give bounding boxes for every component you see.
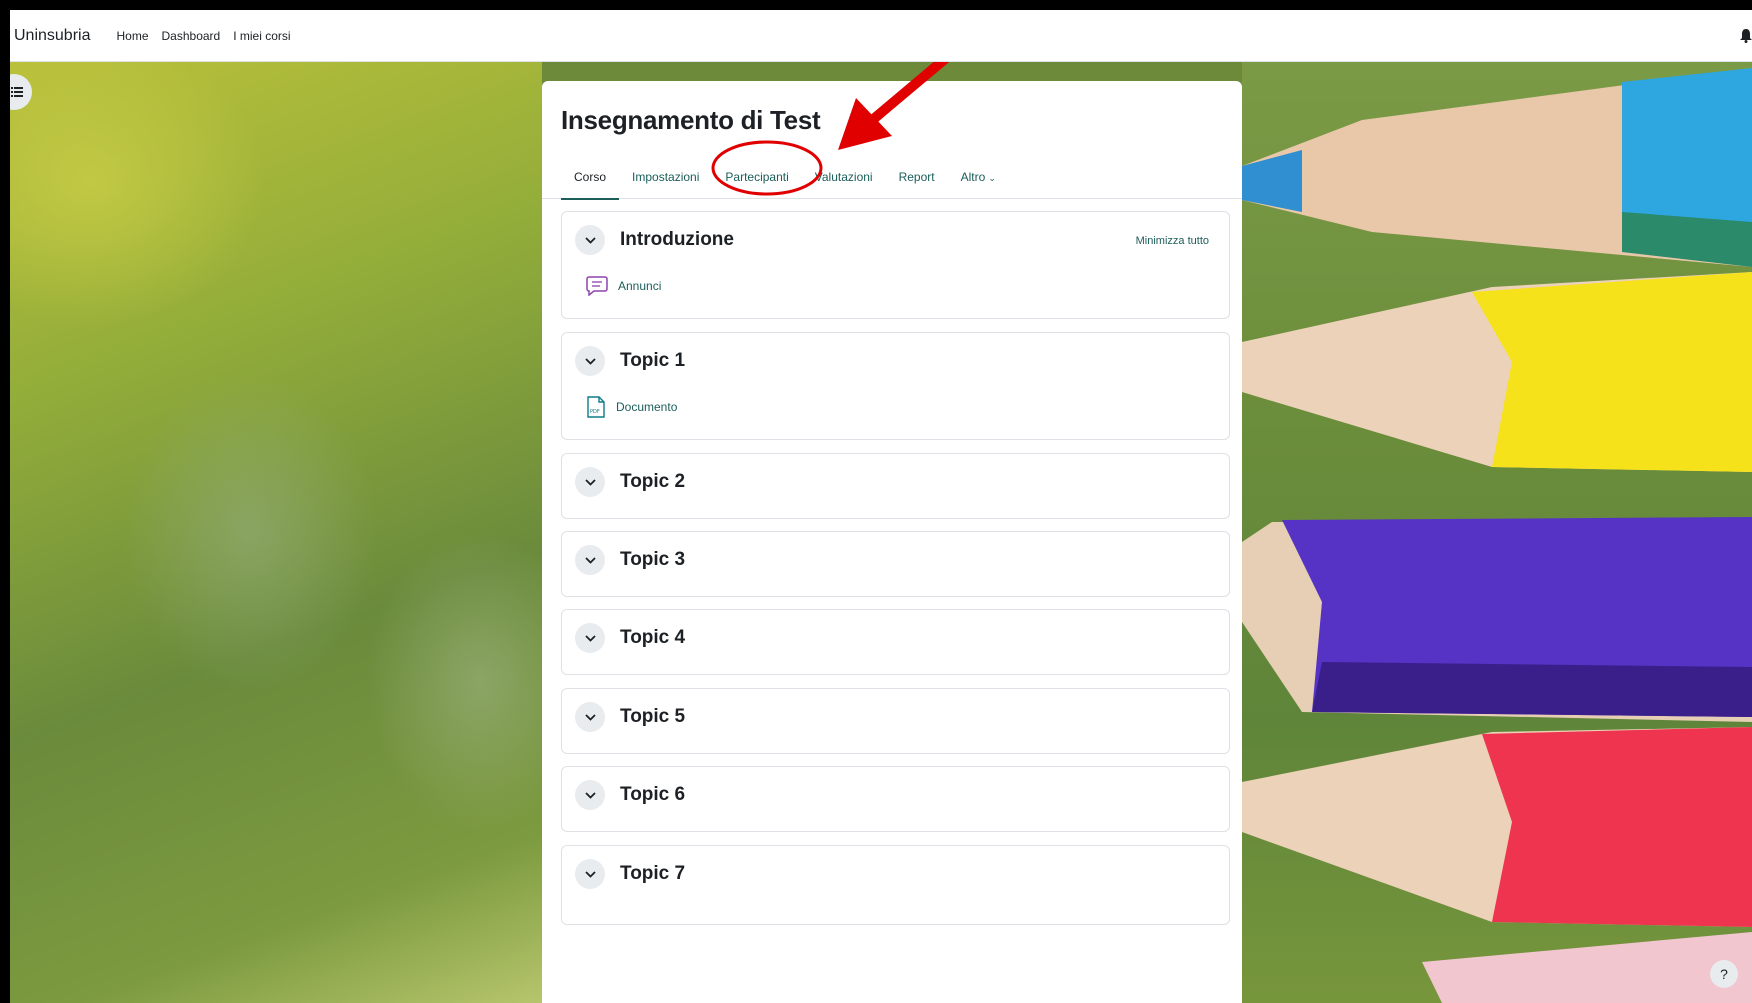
section-title[interactable]: Topic 7 bbox=[620, 863, 685, 885]
chevron-down-icon bbox=[584, 556, 596, 564]
chevron-down-icon bbox=[584, 713, 596, 721]
section-title[interactable]: Topic 6 bbox=[620, 784, 685, 806]
browser-viewport: Uninsubria Home Dashboard I miei corsi I… bbox=[10, 10, 1752, 1003]
section-collapse-toggle[interactable] bbox=[575, 780, 605, 810]
forum-icon bbox=[586, 276, 608, 296]
course-section: Topic 3 bbox=[561, 531, 1230, 597]
chevron-down-icon bbox=[584, 870, 596, 878]
background-image-left bbox=[10, 62, 542, 1003]
nav-home-link[interactable]: Home bbox=[116, 29, 148, 43]
section-title[interactable]: Topic 5 bbox=[620, 706, 685, 728]
section-title[interactable]: Topic 2 bbox=[620, 471, 685, 493]
help-button[interactable]: ? bbox=[1710, 960, 1738, 988]
section-title[interactable]: Topic 1 bbox=[620, 350, 685, 372]
top-navbar: Uninsubria Home Dashboard I miei corsi bbox=[10, 10, 1752, 62]
course-section: Topic 5 bbox=[561, 688, 1230, 754]
chevron-down-icon bbox=[584, 791, 596, 799]
course-section: Introduzione Minimizza tutto Annunci bbox=[561, 211, 1230, 319]
section-title[interactable]: Topic 3 bbox=[620, 549, 685, 571]
chevron-down-icon: ⌄ bbox=[988, 173, 996, 183]
tab-corso[interactable]: Corso bbox=[561, 159, 620, 200]
tab-impostazioni[interactable]: Impostazioni bbox=[619, 159, 712, 199]
chevron-down-icon bbox=[584, 357, 596, 365]
site-brand[interactable]: Uninsubria bbox=[14, 27, 90, 45]
section-collapse-toggle[interactable] bbox=[575, 346, 605, 376]
nav-dashboard-link[interactable]: Dashboard bbox=[162, 29, 221, 43]
tab-altro-label: Altro bbox=[960, 170, 986, 184]
chevron-down-icon bbox=[584, 634, 596, 642]
list-menu-icon bbox=[11, 87, 23, 97]
course-section: Topic 6 bbox=[561, 766, 1230, 832]
tab-altro[interactable]: Altro ⌄ bbox=[948, 159, 1009, 199]
course-section: Topic 1 PDF Documento bbox=[561, 332, 1230, 440]
section-collapse-toggle[interactable] bbox=[575, 225, 605, 255]
course-section: Topic 7 bbox=[561, 845, 1230, 925]
course-secondary-navigation: Corso Impostazioni Partecipanti Valutazi… bbox=[542, 159, 1242, 200]
collapse-all-link[interactable]: Minimizza tutto bbox=[1136, 235, 1209, 247]
svg-text:PDF: PDF bbox=[590, 409, 600, 415]
page-title: Insegnamento di Test bbox=[561, 105, 821, 135]
activity-item[interactable]: Annunci bbox=[586, 274, 661, 298]
chevron-down-icon bbox=[584, 478, 596, 486]
tab-report[interactable]: Report bbox=[886, 159, 948, 199]
section-collapse-toggle[interactable] bbox=[575, 545, 605, 575]
activity-label[interactable]: Documento bbox=[616, 400, 677, 414]
activity-label[interactable]: Annunci bbox=[618, 279, 661, 293]
blue-pencil-graphic bbox=[1242, 68, 1752, 1003]
nav-my-courses-link[interactable]: I miei corsi bbox=[233, 29, 290, 43]
course-main-card: Insegnamento di Test Corso Impostazioni … bbox=[542, 81, 1242, 1003]
notification-bell-icon[interactable] bbox=[1740, 29, 1752, 43]
section-collapse-toggle[interactable] bbox=[575, 467, 605, 497]
section-collapse-toggle[interactable] bbox=[575, 623, 605, 653]
section-title[interactable]: Topic 4 bbox=[620, 627, 685, 649]
course-section: Topic 2 bbox=[561, 453, 1230, 519]
pdf-file-icon: PDF bbox=[587, 396, 605, 418]
section-title[interactable]: Introduzione bbox=[620, 229, 734, 251]
background-pencils-image bbox=[1242, 62, 1752, 1003]
chevron-down-icon bbox=[584, 236, 596, 244]
section-collapse-toggle[interactable] bbox=[575, 859, 605, 889]
section-collapse-toggle[interactable] bbox=[575, 702, 605, 732]
highlight-ellipse-annotation bbox=[711, 140, 823, 196]
course-section: Topic 4 bbox=[561, 609, 1230, 675]
activity-item[interactable]: PDF Documento bbox=[586, 395, 677, 419]
